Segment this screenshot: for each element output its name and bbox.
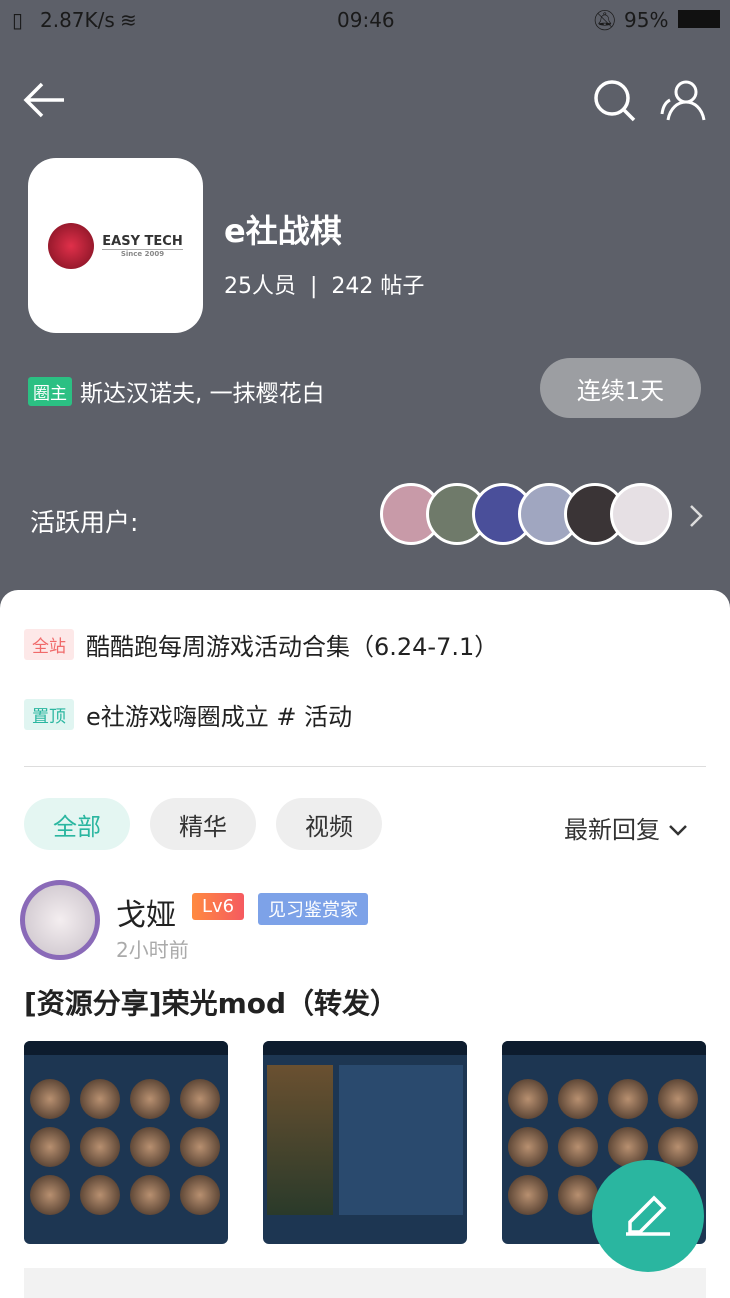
circle-stats: 25人员 | 242 帖子 <box>224 268 424 300</box>
level-badge: Lv6 <box>192 893 245 920</box>
battery-icon <box>678 10 720 28</box>
next-post-placeholder <box>24 1268 706 1298</box>
post-image[interactable] <box>263 1041 467 1244</box>
title-badge: 见习鉴赏家 <box>258 893 368 925</box>
notice-item[interactable]: 置顶 e社游戏嗨圈成立 # 活动 <box>24 697 352 732</box>
notice-text: 酷酷跑每周游戏活动合集（6.24-7.1） <box>86 633 499 661</box>
active-users-label: 活跃用户: <box>30 508 139 537</box>
author-avatar[interactable] <box>20 880 100 960</box>
owner-tag: 圈主 <box>28 376 72 406</box>
edit-icon <box>626 1195 670 1236</box>
divider <box>24 766 706 767</box>
separator: | <box>310 274 318 299</box>
wifi-icon: ≋ <box>120 8 137 32</box>
status-bar: ▯ 2.87K/s ≋ 09:46 🔕︎ 95% <box>0 0 730 40</box>
notice-tag: 全站 <box>24 629 74 660</box>
compose-button[interactable] <box>592 1160 704 1272</box>
notice-text: e社游戏嗨圈成立 # 活动 <box>86 703 353 731</box>
post-time: 2小时前 <box>116 938 189 962</box>
members-icon[interactable] <box>658 78 708 122</box>
back-arrow-icon[interactable] <box>22 78 68 122</box>
sort-dropdown[interactable]: 最新回复 <box>564 810 688 845</box>
chevron-down-icon <box>668 825 687 836</box>
post-count: 242 帖子 <box>331 274 425 299</box>
post-image[interactable] <box>24 1041 228 1244</box>
battery-level: 95% <box>624 8 669 32</box>
mute-bell-icon: 🔕︎ <box>592 8 618 32</box>
owner-names[interactable]: 斯达汉诺夫, 一抹樱花白 <box>80 374 325 408</box>
search-icon[interactable] <box>592 78 638 124</box>
notice-item[interactable]: 全站 酷酷跑每周游戏活动合集（6.24-7.1） <box>24 627 498 662</box>
network-speed: 2.87K/s <box>40 8 115 32</box>
chevron-right-icon[interactable] <box>688 504 704 528</box>
post-title[interactable]: [资源分享]荣光mod（转发） <box>24 982 398 1022</box>
sim-icon: ▯ <box>12 8 24 32</box>
member-count: 25人员 <box>224 274 296 299</box>
filter-featured[interactable]: 精华 <box>150 798 256 850</box>
filter-video[interactable]: 视频 <box>276 798 382 850</box>
active-users-avatars[interactable] <box>380 483 672 545</box>
author-name[interactable]: 戈娅 <box>116 890 176 934</box>
sort-label: 最新回复 <box>564 816 660 844</box>
avatar[interactable] <box>610 483 672 545</box>
checkin-streak-button[interactable]: 连续1天 <box>540 358 701 418</box>
circle-logo: EASY TECH Since 2009 <box>28 158 203 333</box>
notice-tag: 置顶 <box>24 699 74 730</box>
owners-row: 圈主 斯达汉诺夫, 一抹樱花白 <box>28 374 325 408</box>
filter-all[interactable]: 全部 <box>24 798 130 850</box>
circle-name: e社战棋 <box>224 212 342 250</box>
clock: 09:46 <box>337 8 395 32</box>
